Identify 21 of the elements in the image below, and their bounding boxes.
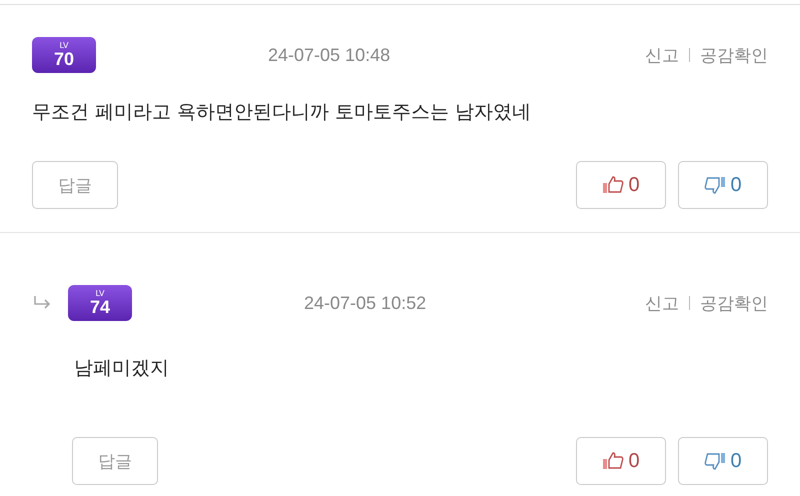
- comment-time: 24-07-05 10:52: [304, 292, 426, 314]
- like-button[interactable]: 0: [576, 161, 666, 209]
- level-badge: LV 70: [32, 37, 96, 73]
- comment-text: 남페미겠지: [73, 356, 170, 381]
- thumbs-down-icon: [704, 451, 726, 471]
- level-badge: LV 74: [68, 285, 132, 321]
- thumbs-up-icon: [602, 175, 624, 195]
- dislike-button[interactable]: 0: [678, 161, 768, 209]
- like-button[interactable]: 0: [576, 437, 666, 485]
- comment-action-link[interactable]: 공감확인: [700, 44, 768, 66]
- comment-text: 무조건 페미라고 욕하면안된다니까 토마토주스는 남자였네: [32, 100, 532, 125]
- thumbs-up-icon: [602, 451, 624, 471]
- dislike-button[interactable]: 0: [678, 437, 768, 485]
- thumbs-down-icon: [704, 175, 726, 195]
- reply-button[interactable]: 답글: [32, 161, 118, 209]
- reply-arrow-icon: [32, 295, 52, 311]
- comment-action-link[interactable]: 신고: [645, 44, 679, 66]
- comment-time: 24-07-05 10:48: [268, 44, 390, 66]
- comment-action-link[interactable]: 공감확인: [700, 292, 768, 314]
- reply-button[interactable]: 답글: [72, 437, 158, 485]
- comment-action-link[interactable]: 신고: [645, 292, 679, 314]
